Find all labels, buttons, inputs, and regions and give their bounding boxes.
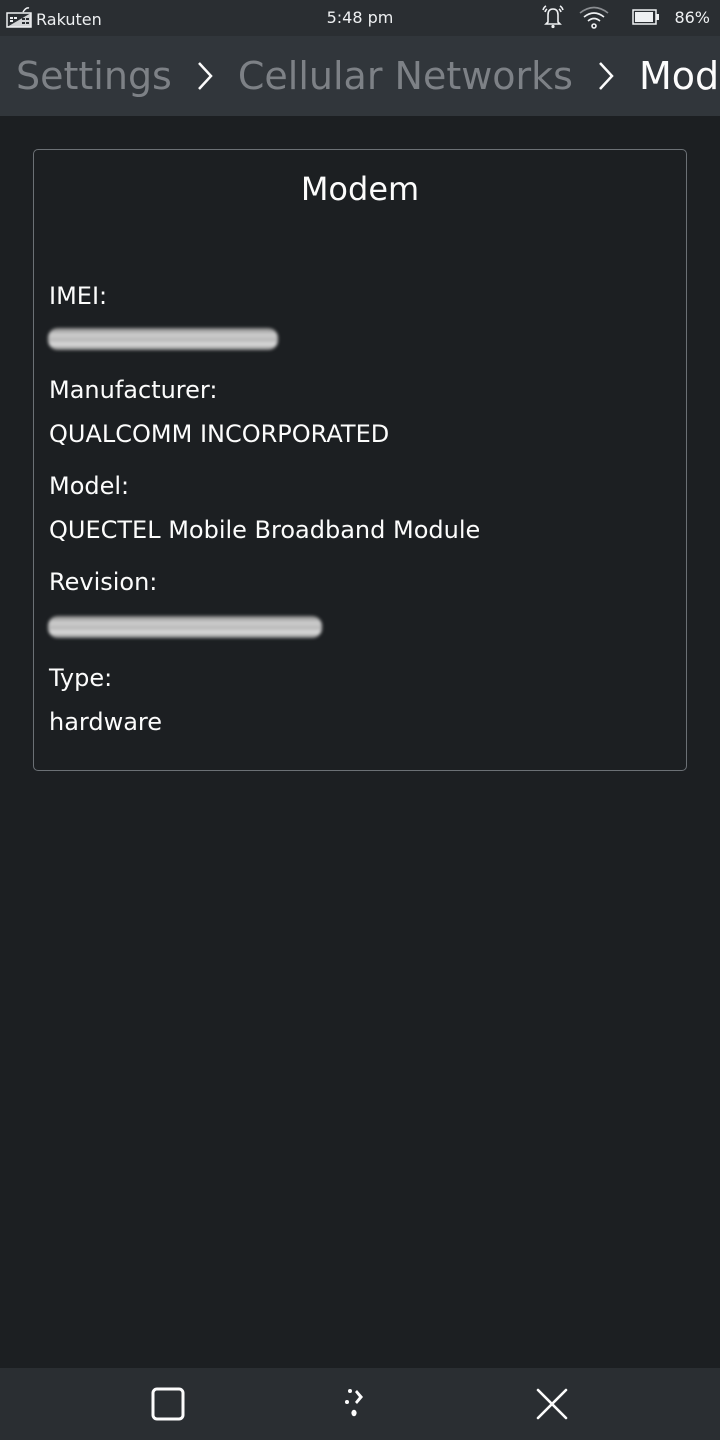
model-label: Model: [49, 472, 130, 500]
manufacturer-label: Manufacturer: [49, 376, 218, 404]
modem-card: Modem IMEI: Manufacturer: QUALCOMM INCOR… [33, 149, 687, 771]
type-label: Type: [49, 664, 113, 692]
revision-value-redacted [48, 616, 322, 638]
breadcrumb-cellular-networks[interactable]: Cellular Networks [238, 54, 573, 98]
revision-label: Revision: [49, 568, 158, 596]
square-icon [151, 1387, 185, 1421]
battery-percent: 86% [674, 7, 710, 27]
imei-label: IMEI: [49, 282, 108, 310]
status-bar: Rakuten 5:48 pm 86% [0, 0, 720, 36]
chevron-right-icon [196, 60, 214, 92]
breadcrumb-settings[interactable]: Settings [16, 54, 172, 98]
manufacturer-value: QUALCOMM INCORPORATED [49, 420, 390, 448]
type-value: hardware [49, 708, 163, 736]
alarm-icon [540, 4, 566, 30]
card-title: Modem [300, 170, 420, 208]
task-switcher-button[interactable] [148, 1384, 188, 1424]
close-icon [536, 1388, 568, 1420]
imei-value-redacted [48, 328, 278, 350]
breadcrumb-modem: Modem [638, 54, 720, 98]
breadcrumb: Settings Cellular Networks Modem [0, 36, 720, 116]
home-dots-icon [345, 1389, 363, 1417]
status-right: 86% [540, 4, 710, 30]
home-button[interactable] [338, 1384, 378, 1424]
chevron-right-icon [597, 60, 615, 92]
wifi-icon [578, 4, 610, 30]
navigation-bar [0, 1368, 720, 1440]
model-value: QUECTEL Mobile Broadband Module [49, 516, 481, 544]
battery-icon [632, 8, 660, 26]
close-button[interactable] [532, 1384, 572, 1424]
